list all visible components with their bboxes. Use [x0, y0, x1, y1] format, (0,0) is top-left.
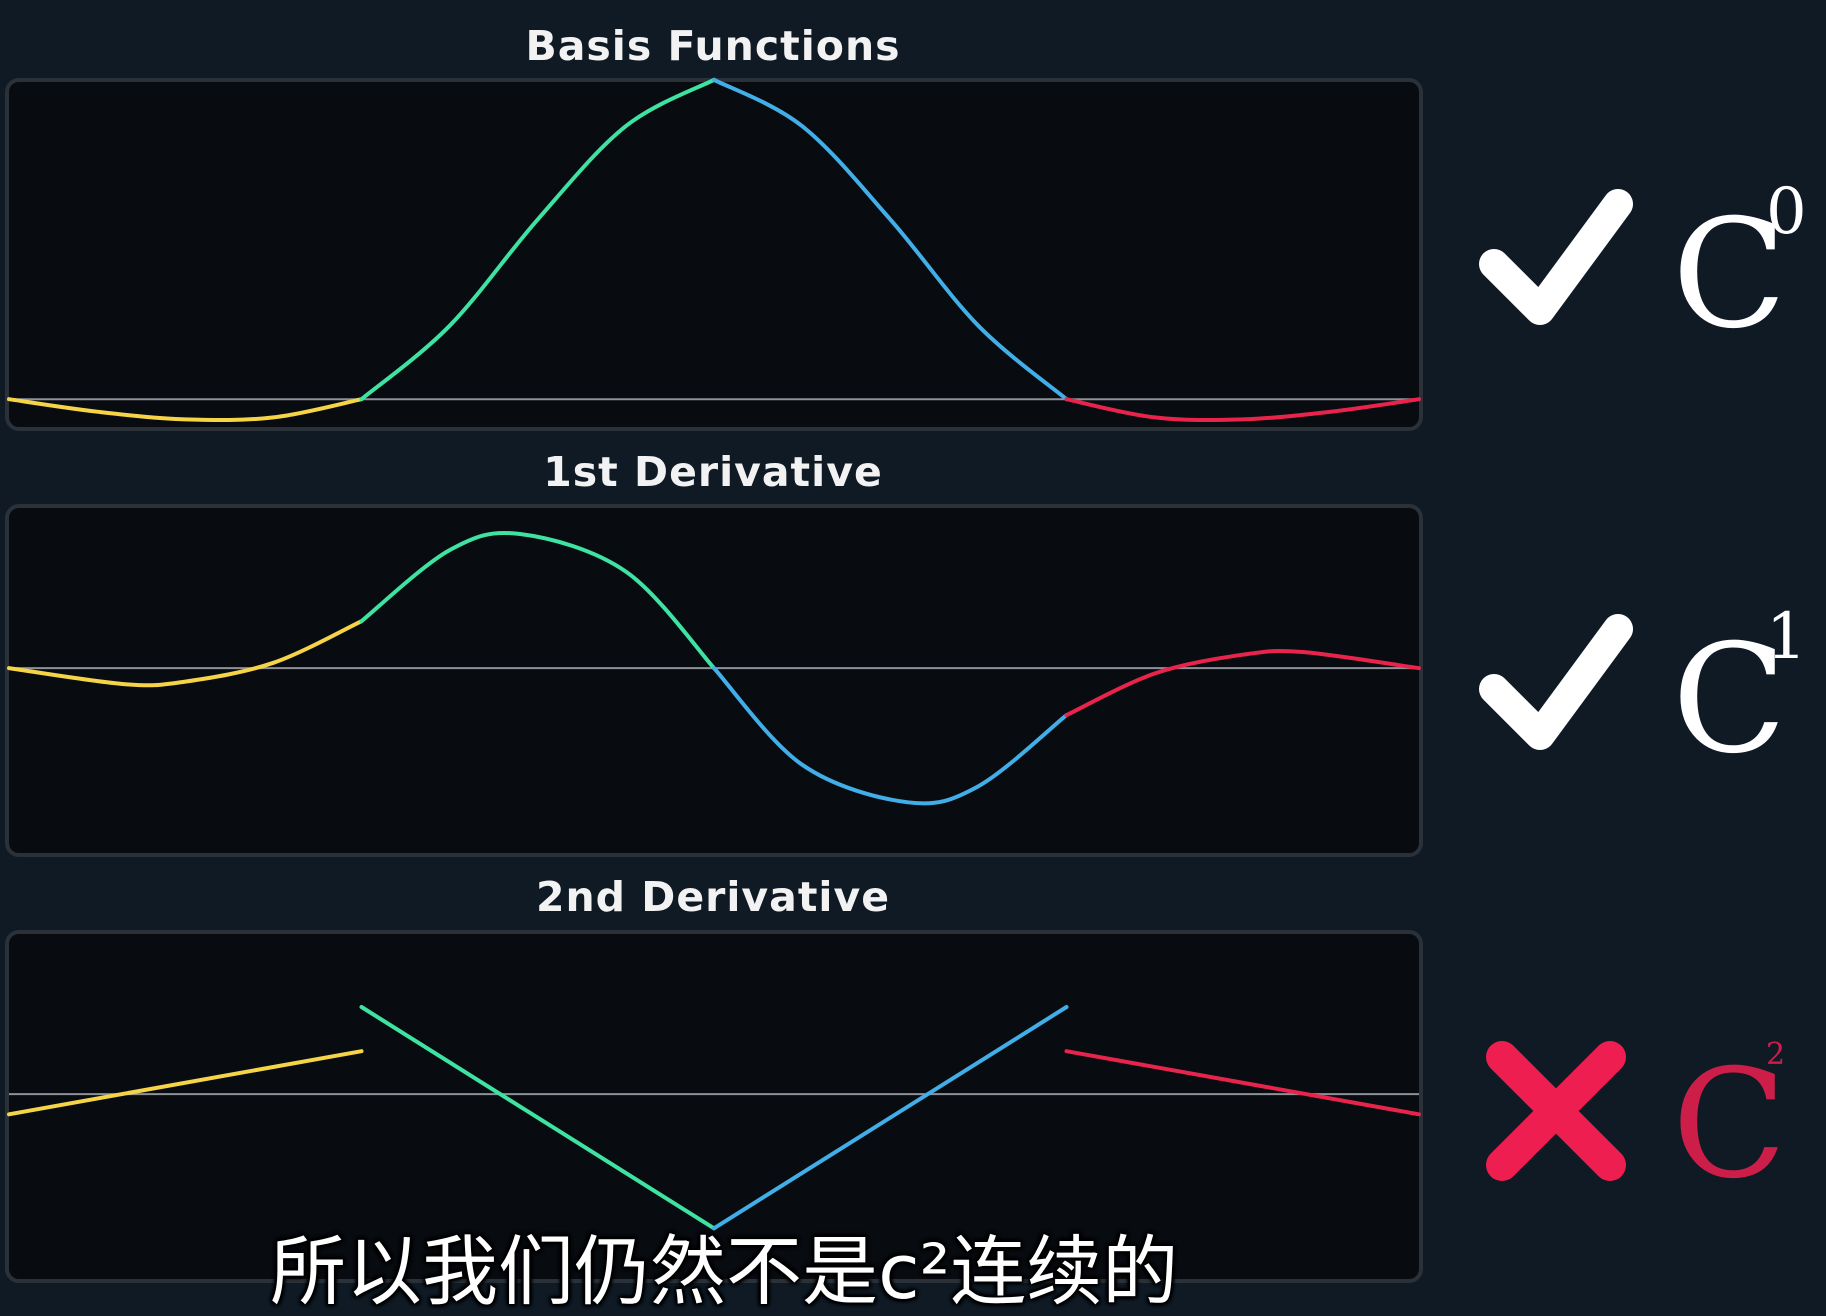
check-icon: [1479, 189, 1633, 325]
continuity-c2-order: 2: [1766, 1037, 1786, 1072]
curve-1st-derivative-segment-3: [1064, 648, 1421, 718]
check-icon: [1479, 614, 1633, 750]
curve-1st-derivative-segment-0: [7, 619, 364, 688]
curve-1st-derivative-segment-2: [712, 666, 1069, 806]
curve-basis-functions-segment-2: [712, 77, 1069, 402]
continuity-c1-order: 1: [1766, 600, 1807, 674]
curve-basis-functions-segment-1: [359, 77, 716, 402]
continuity-c0-order: 0: [1766, 175, 1807, 249]
curve-2nd-derivative-segment-1: [359, 1005, 716, 1231]
curve-1st-derivative-segment-1: [359, 530, 716, 671]
subtitle-caption: 所以我们仍然不是c²连续的: [270, 1227, 1179, 1316]
curve-2nd-derivative-segment-3: [1064, 1049, 1421, 1117]
curve-2nd-derivative-segment-0: [7, 1049, 364, 1117]
curve-basis-functions-segment-0: [7, 397, 364, 423]
continuity-c2-symbol: C: [1672, 1050, 1787, 1200]
curve-2nd-derivative-segment-2: [712, 1005, 1069, 1231]
cross-icon: [1486, 1041, 1626, 1181]
curve-basis-functions-segment-3: [1064, 397, 1421, 423]
